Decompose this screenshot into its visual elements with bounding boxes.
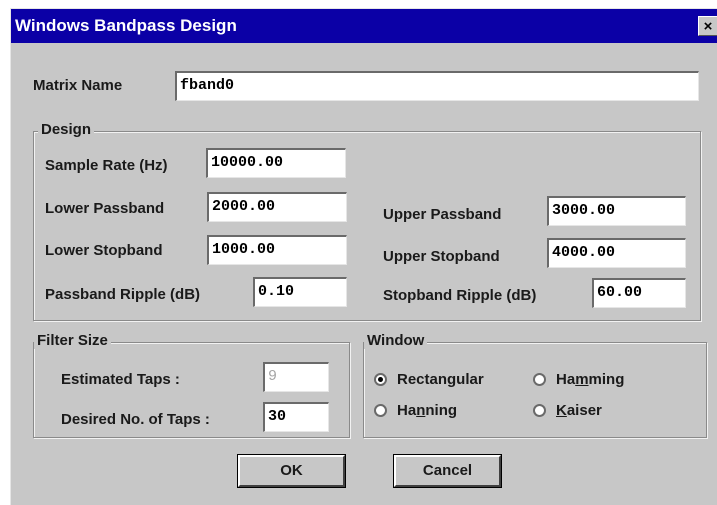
stopband-ripple-input[interactable]: 60.00 bbox=[592, 278, 686, 308]
radio-rectangular-label: Rectangular bbox=[397, 371, 484, 388]
bandpass-design-dialog: Windows Bandpass Design × Matrix Name fb… bbox=[10, 8, 717, 505]
matrix-name-label: Matrix Name bbox=[33, 77, 123, 94]
lower-stopband-input[interactable]: 1000.00 bbox=[207, 235, 347, 265]
sample-rate-label: Sample Rate (Hz) bbox=[45, 157, 168, 174]
upper-stopband-label: Upper Stopband bbox=[383, 248, 500, 265]
upper-stopband-input[interactable]: 4000.00 bbox=[547, 238, 686, 268]
radio-hamming[interactable]: Hamming bbox=[533, 371, 624, 388]
passband-ripple-input[interactable]: 0.10 bbox=[253, 277, 347, 307]
upper-passband-label: Upper Passband bbox=[383, 206, 502, 223]
lower-stopband-label: Lower Stopband bbox=[45, 242, 163, 259]
estimated-taps-field: 9 bbox=[263, 362, 329, 392]
radio-kaiser[interactable]: Kaiser bbox=[533, 402, 602, 419]
passband-ripple-label: Passband Ripple (dB) bbox=[45, 286, 201, 303]
radio-hanning[interactable]: Hanning bbox=[374, 402, 457, 419]
radio-hamming-indicator[interactable] bbox=[533, 373, 546, 386]
radio-kaiser-label: Kaiser bbox=[556, 402, 602, 419]
stopband-ripple-label: Stopband Ripple (dB) bbox=[383, 287, 537, 304]
upper-passband-input[interactable]: 3000.00 bbox=[547, 196, 686, 226]
desired-taps-label: Desired No. of Taps : bbox=[61, 411, 210, 428]
window-group bbox=[363, 342, 707, 438]
radio-hanning-label: Hanning bbox=[397, 402, 458, 419]
radio-rectangular-indicator[interactable] bbox=[374, 373, 387, 386]
desired-taps-input[interactable]: 30 bbox=[263, 402, 329, 432]
sample-rate-input[interactable]: 10000.00 bbox=[206, 148, 346, 178]
matrix-name-input[interactable]: fband0 bbox=[175, 71, 699, 101]
ok-button[interactable]: OK bbox=[237, 454, 346, 488]
lower-passband-label: Lower Passband bbox=[45, 200, 165, 217]
estimated-taps-label: Estimated Taps : bbox=[61, 371, 180, 388]
radio-hamming-label: Hamming bbox=[556, 371, 625, 388]
radio-kaiser-indicator[interactable] bbox=[533, 404, 546, 417]
window-title: Windows Bandpass Design bbox=[15, 16, 237, 35]
radio-rectangular[interactable]: Rectangular bbox=[374, 371, 484, 388]
design-group-title: Design bbox=[38, 121, 95, 138]
title-bar[interactable]: Windows Bandpass Design × bbox=[11, 9, 717, 43]
lower-passband-input[interactable]: 2000.00 bbox=[207, 192, 347, 222]
window-group-title: Window bbox=[364, 332, 428, 349]
radio-hanning-indicator[interactable] bbox=[374, 404, 387, 417]
filter-size-group-title: Filter Size bbox=[34, 332, 111, 349]
close-icon[interactable]: × bbox=[698, 16, 717, 36]
cancel-button[interactable]: Cancel bbox=[393, 454, 502, 488]
